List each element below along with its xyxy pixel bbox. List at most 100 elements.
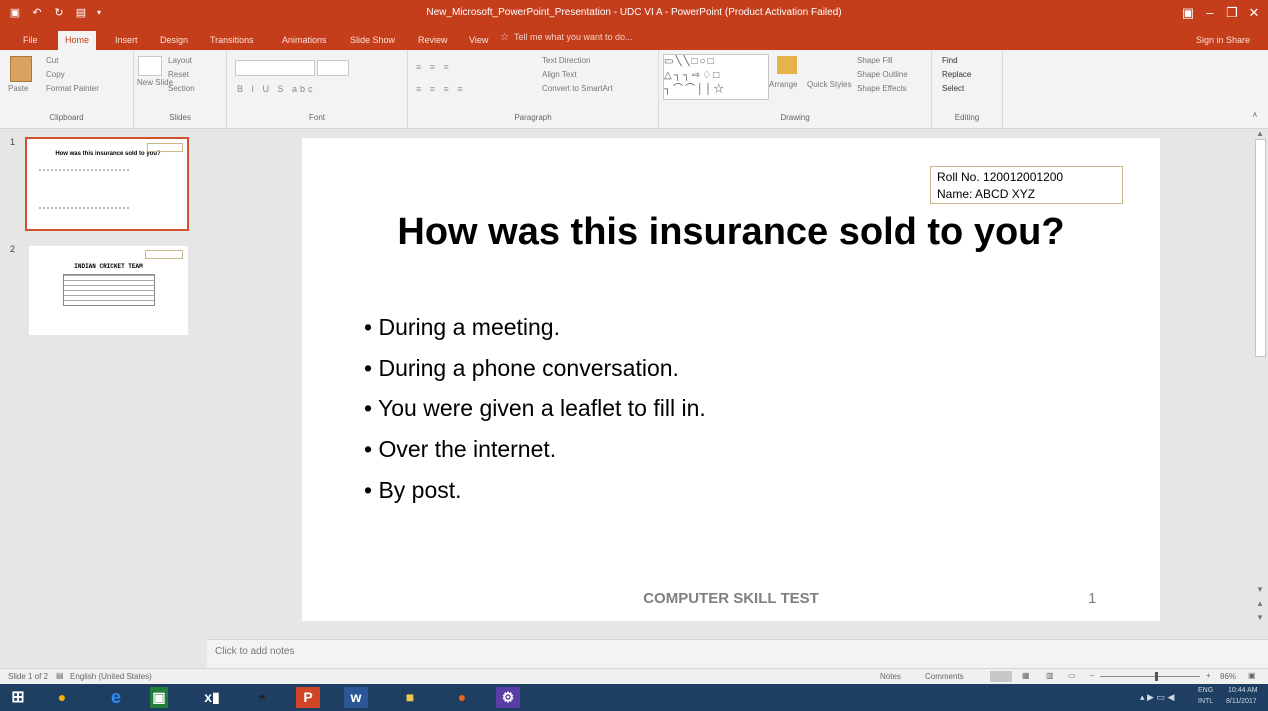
slideshow-view-icon[interactable]: ▭ (1068, 671, 1076, 680)
minimize-button[interactable]: – (1200, 4, 1220, 22)
excel-icon[interactable]: x▮ (200, 687, 224, 708)
sign-in-link[interactable]: Sign in (1196, 32, 1224, 48)
paste-icon[interactable] (10, 56, 32, 82)
bullet-item[interactable]: • Over the internet. (364, 436, 556, 463)
scroll-up-icon[interactable]: ▲ (1256, 129, 1264, 138)
section-button[interactable]: Section (168, 84, 195, 93)
firefox-icon[interactable]: ● (450, 687, 474, 708)
customize-qat-icon[interactable]: ▾ (92, 6, 106, 20)
slide-thumbnail-pane: 1 How was this insurance sold to you? 2 … (0, 129, 207, 639)
find-button[interactable]: Find (942, 56, 958, 65)
tab-animations[interactable]: Animations (282, 32, 327, 48)
list-icons[interactable]: ≡ ≡ ≡ (416, 62, 516, 72)
language-status[interactable]: English (United States) (70, 672, 152, 681)
slide-canvas[interactable]: Roll No. 120012001200 Name: ABCD XYZ How… (302, 138, 1160, 621)
zoom-slider-thumb[interactable] (1155, 672, 1158, 681)
reset-button[interactable]: Reset (168, 70, 189, 79)
previous-slide-icon[interactable]: ▲ (1256, 599, 1264, 608)
convert-smartart-button[interactable]: Convert to SmartArt (542, 84, 613, 93)
shape-effects-button[interactable]: Shape Effects (857, 84, 907, 93)
share-button[interactable]: Share (1226, 32, 1250, 48)
windows-start-icon[interactable]: ⊞ (6, 687, 30, 708)
next-slide-icon[interactable]: ▼ (1256, 613, 1264, 622)
tab-home[interactable]: Home (58, 31, 97, 50)
notes-toggle-button[interactable]: Notes (880, 672, 901, 681)
arrange-button[interactable]: Arrange (769, 80, 797, 89)
reading-view-icon[interactable]: ▥ (1046, 671, 1054, 680)
collapse-ribbon-icon[interactable]: ∧ (1252, 110, 1258, 119)
clock-time[interactable]: 10:44 AM (1228, 687, 1258, 694)
shapes-gallery[interactable]: ▭╲╲□○□ △┐┐⇨♢□ ┐⌒⌒││☆ (663, 54, 769, 100)
lightbulb-icon: ☆ (500, 32, 509, 43)
redo-icon[interactable]: ↻ (52, 6, 66, 20)
input-language[interactable]: ENG (1198, 687, 1213, 694)
tab-transitions[interactable]: Transitions (210, 32, 254, 48)
slide-title[interactable]: How was this insurance sold to you? (302, 208, 1160, 256)
tab-file[interactable]: File (23, 32, 38, 48)
bullet-item[interactable]: • You were given a leaflet to fill in. (364, 395, 706, 422)
slides-group-label: Slides (169, 113, 191, 122)
bullet-item[interactable]: • During a meeting. (364, 314, 560, 341)
shape-outline-button[interactable]: Shape Outline (857, 70, 908, 79)
arrange-icon[interactable] (777, 56, 797, 74)
bullet-text: During a phone conversation. (378, 355, 679, 381)
store-icon[interactable]: ▣ (150, 687, 168, 708)
close-button[interactable]: ✕ (1244, 4, 1264, 22)
spelling-icon[interactable]: ▤ (56, 671, 64, 680)
font-size-box[interactable] (317, 60, 349, 76)
cut-button[interactable]: Cut (46, 56, 58, 65)
paste-button[interactable]: Paste (8, 84, 28, 93)
vertical-scrollbar[interactable]: ▲ ▼ ▲ ▼ (1252, 129, 1268, 639)
select-button[interactable]: Select (942, 84, 964, 93)
layout-button[interactable]: Layout (168, 56, 192, 65)
tab-view[interactable]: View (469, 32, 488, 48)
tab-review[interactable]: Review (418, 32, 448, 48)
format-painter-button[interactable]: Format Painter (46, 84, 99, 93)
new-slide-icon[interactable] (138, 56, 162, 76)
tab-design[interactable]: Design (160, 32, 188, 48)
font-name-box[interactable] (235, 60, 315, 76)
bullet-item[interactable]: • By post. (364, 477, 462, 504)
font-format-icons[interactable]: B I U S abc (237, 84, 397, 94)
comments-toggle-button[interactable]: Comments (925, 672, 964, 681)
edge-icon[interactable]: e (104, 687, 128, 708)
align-icons[interactable]: ≡ ≡ ≡ ≡ (416, 84, 516, 94)
input-region[interactable]: INTL (1198, 698, 1213, 705)
roll-number-textbox[interactable]: Roll No. 120012001200 Name: ABCD XYZ (930, 166, 1123, 204)
app-icon[interactable]: ◓ (250, 687, 274, 708)
word-icon[interactable]: w (344, 687, 368, 708)
slide-thumbnail-2[interactable]: INDIAN CRICKET TEAM (29, 246, 188, 335)
text-direction-button[interactable]: Text Direction (542, 56, 590, 65)
bullet-item[interactable]: • During a phone conversation. (364, 355, 679, 382)
zoom-slider[interactable] (1100, 676, 1200, 677)
notes-pane[interactable]: Click to add notes (207, 639, 1268, 668)
maximize-button[interactable]: ❐ (1222, 4, 1242, 22)
clock-date[interactable]: 8/11/2017 (1226, 698, 1257, 705)
powerpoint-icon[interactable]: P (296, 687, 320, 708)
slide-thumbnail-1[interactable]: How was this insurance sold to you? (25, 137, 189, 231)
settings-app-icon[interactable]: ⚙ (496, 687, 520, 708)
ribbon-display-options-icon[interactable]: ▣ (1178, 4, 1198, 22)
start-from-beginning-icon[interactable]: ▤ (74, 6, 88, 20)
align-text-button[interactable]: Align Text (542, 70, 577, 79)
system-tray-icons[interactable]: ▴ ▶ ▭ ◀ (1140, 692, 1174, 703)
quick-styles-button[interactable]: Quick Styles (807, 80, 851, 89)
normal-view-button[interactable] (990, 671, 1012, 682)
tell-me-search[interactable]: Tell me what you want to do... (514, 32, 684, 42)
scroll-down-icon[interactable]: ▼ (1256, 585, 1264, 594)
zoom-level[interactable]: 86% (1220, 672, 1236, 681)
copy-button[interactable]: Copy (46, 70, 65, 79)
chrome-icon[interactable]: ● (50, 687, 74, 708)
shape-fill-button[interactable]: Shape Fill (857, 56, 893, 65)
fit-slide-icon[interactable]: ▣ (1248, 671, 1256, 680)
tab-slide-show[interactable]: Slide Show (350, 32, 395, 48)
zoom-in-icon[interactable]: + (1206, 671, 1211, 680)
undo-icon[interactable]: ↶ (30, 6, 44, 20)
save-icon[interactable]: ▣ (8, 6, 22, 20)
file-explorer-icon[interactable]: ■ (398, 687, 422, 708)
slide-sorter-view-icon[interactable]: ▦ (1022, 671, 1030, 680)
replace-button[interactable]: Replace (942, 70, 971, 79)
zoom-out-icon[interactable]: – (1090, 671, 1094, 680)
scrollbar-thumb[interactable] (1255, 139, 1266, 357)
tab-insert[interactable]: Insert (115, 32, 138, 48)
